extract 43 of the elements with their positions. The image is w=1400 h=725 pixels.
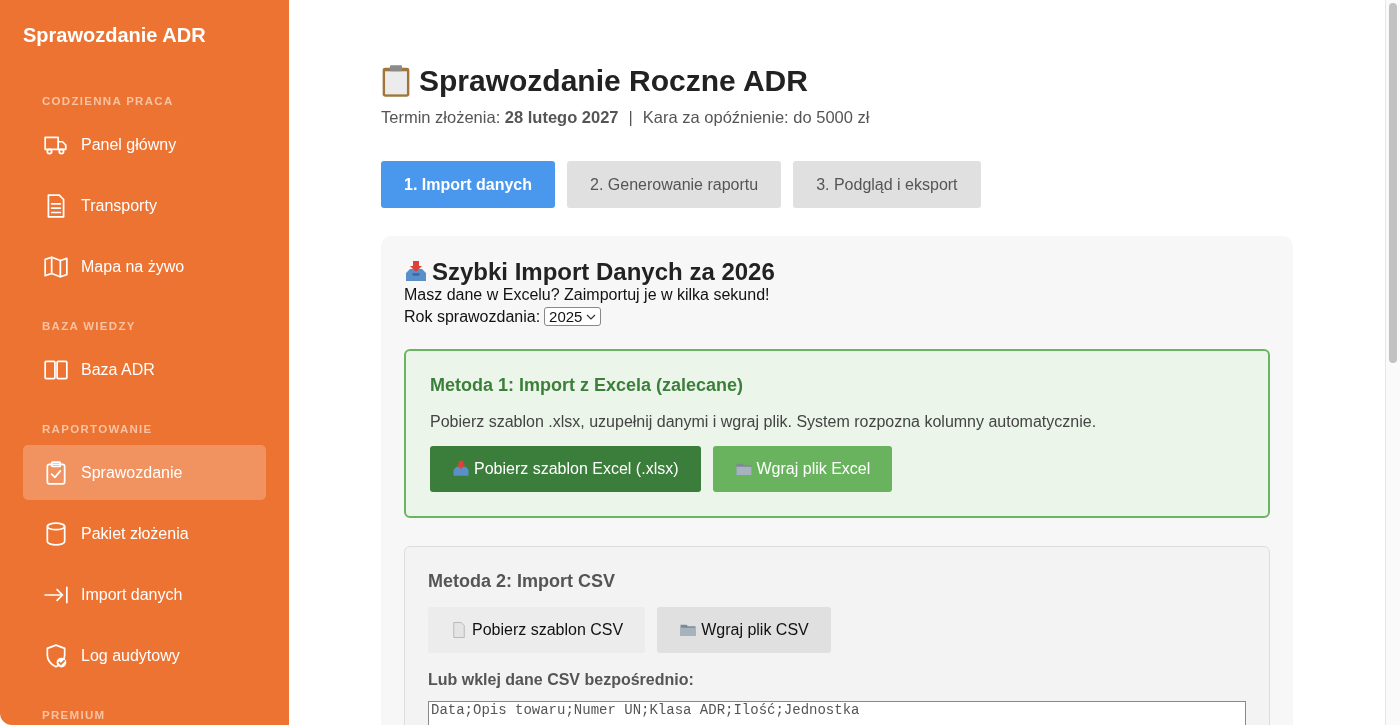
csv-input-field[interactable]: Data;Opis towaru;Numer UN;Klasa ADR;Ilość;Jednostka xyxy=(428,701,1246,725)
import-subtitle: Masz dane w Excelu? Zaimportuj je w kilka sekund! xyxy=(404,286,771,304)
year-label: Rok sprawozdania: xyxy=(404,307,541,326)
clipboard-check-icon xyxy=(43,459,69,486)
inbox-icon xyxy=(404,260,428,284)
nav-item[interactable]: Pakiet złożenia xyxy=(23,506,266,561)
section-heading: BAZA WIEDZY xyxy=(42,320,137,332)
method-title: Metoda 2: Import CSV xyxy=(428,571,616,592)
caret-icon xyxy=(586,313,597,320)
document-icon xyxy=(450,621,468,639)
nav-item[interactable]: Panel główny xyxy=(23,117,266,172)
app-title: Sprawozdanie ADR xyxy=(23,24,207,47)
separator: | xyxy=(628,108,633,127)
section-heading: RAPORTOWANIE xyxy=(42,423,154,435)
nav-item[interactable]: Import danych xyxy=(23,567,266,622)
nav-item[interactable]: Sprawozdanie xyxy=(23,445,266,500)
upload-button[interactable]: Wgraj plik CSV xyxy=(657,607,831,653)
import-title: Szybki Import Danych za 2026 xyxy=(432,258,775,286)
download-button[interactable]: Pobierz szablon CSV xyxy=(428,607,646,653)
nav-item[interactable]: Baza ADR xyxy=(23,342,266,397)
section-heading: PREMIUM xyxy=(42,709,107,721)
method-description: Pobierz szablon .xlsx, uzupełnij danymi i wgraj plik. System rozpozna kolumny automatycznie. xyxy=(430,413,1098,431)
step-tab[interactable]: 2. Generowanie raportu xyxy=(567,161,782,208)
upload-button[interactable]: Wgraj plik Excel xyxy=(712,446,893,492)
page-title: Sprawozdanie Roczne ADR xyxy=(419,64,808,98)
clipboard-icon xyxy=(381,64,411,98)
download-button[interactable]: Pobierz szablon Excel (.xlsx) xyxy=(430,446,701,492)
year-select[interactable]: 2025 xyxy=(544,307,602,326)
nav-item[interactable]: Transporty xyxy=(23,178,266,233)
section-heading: CODZIENNA PRACA xyxy=(42,95,175,107)
deadline-text: Termin złożenia: 28 lutego 2027 xyxy=(381,108,619,127)
nav-item[interactable]: Mapa na żywo xyxy=(23,239,266,294)
inbox-icon xyxy=(452,460,470,478)
map-icon xyxy=(43,253,69,280)
step-tab[interactable]: 1. Import danych xyxy=(381,161,556,208)
shield-check-icon xyxy=(43,642,69,669)
method-title: Metoda 1: Import z Excela (zalecane) xyxy=(430,375,745,396)
scrollbar[interactable] xyxy=(1385,0,1400,725)
penalty-text: Kara za opóźnienie: do 5000 zł xyxy=(642,108,870,127)
paste-label: Lub wklej dane CSV bezpośrednio: xyxy=(428,671,695,689)
step-tab[interactable]: 3. Podgląd i eksport xyxy=(793,161,981,208)
database-icon xyxy=(43,520,69,547)
nav-item[interactable]: Log audytowy xyxy=(23,628,266,683)
